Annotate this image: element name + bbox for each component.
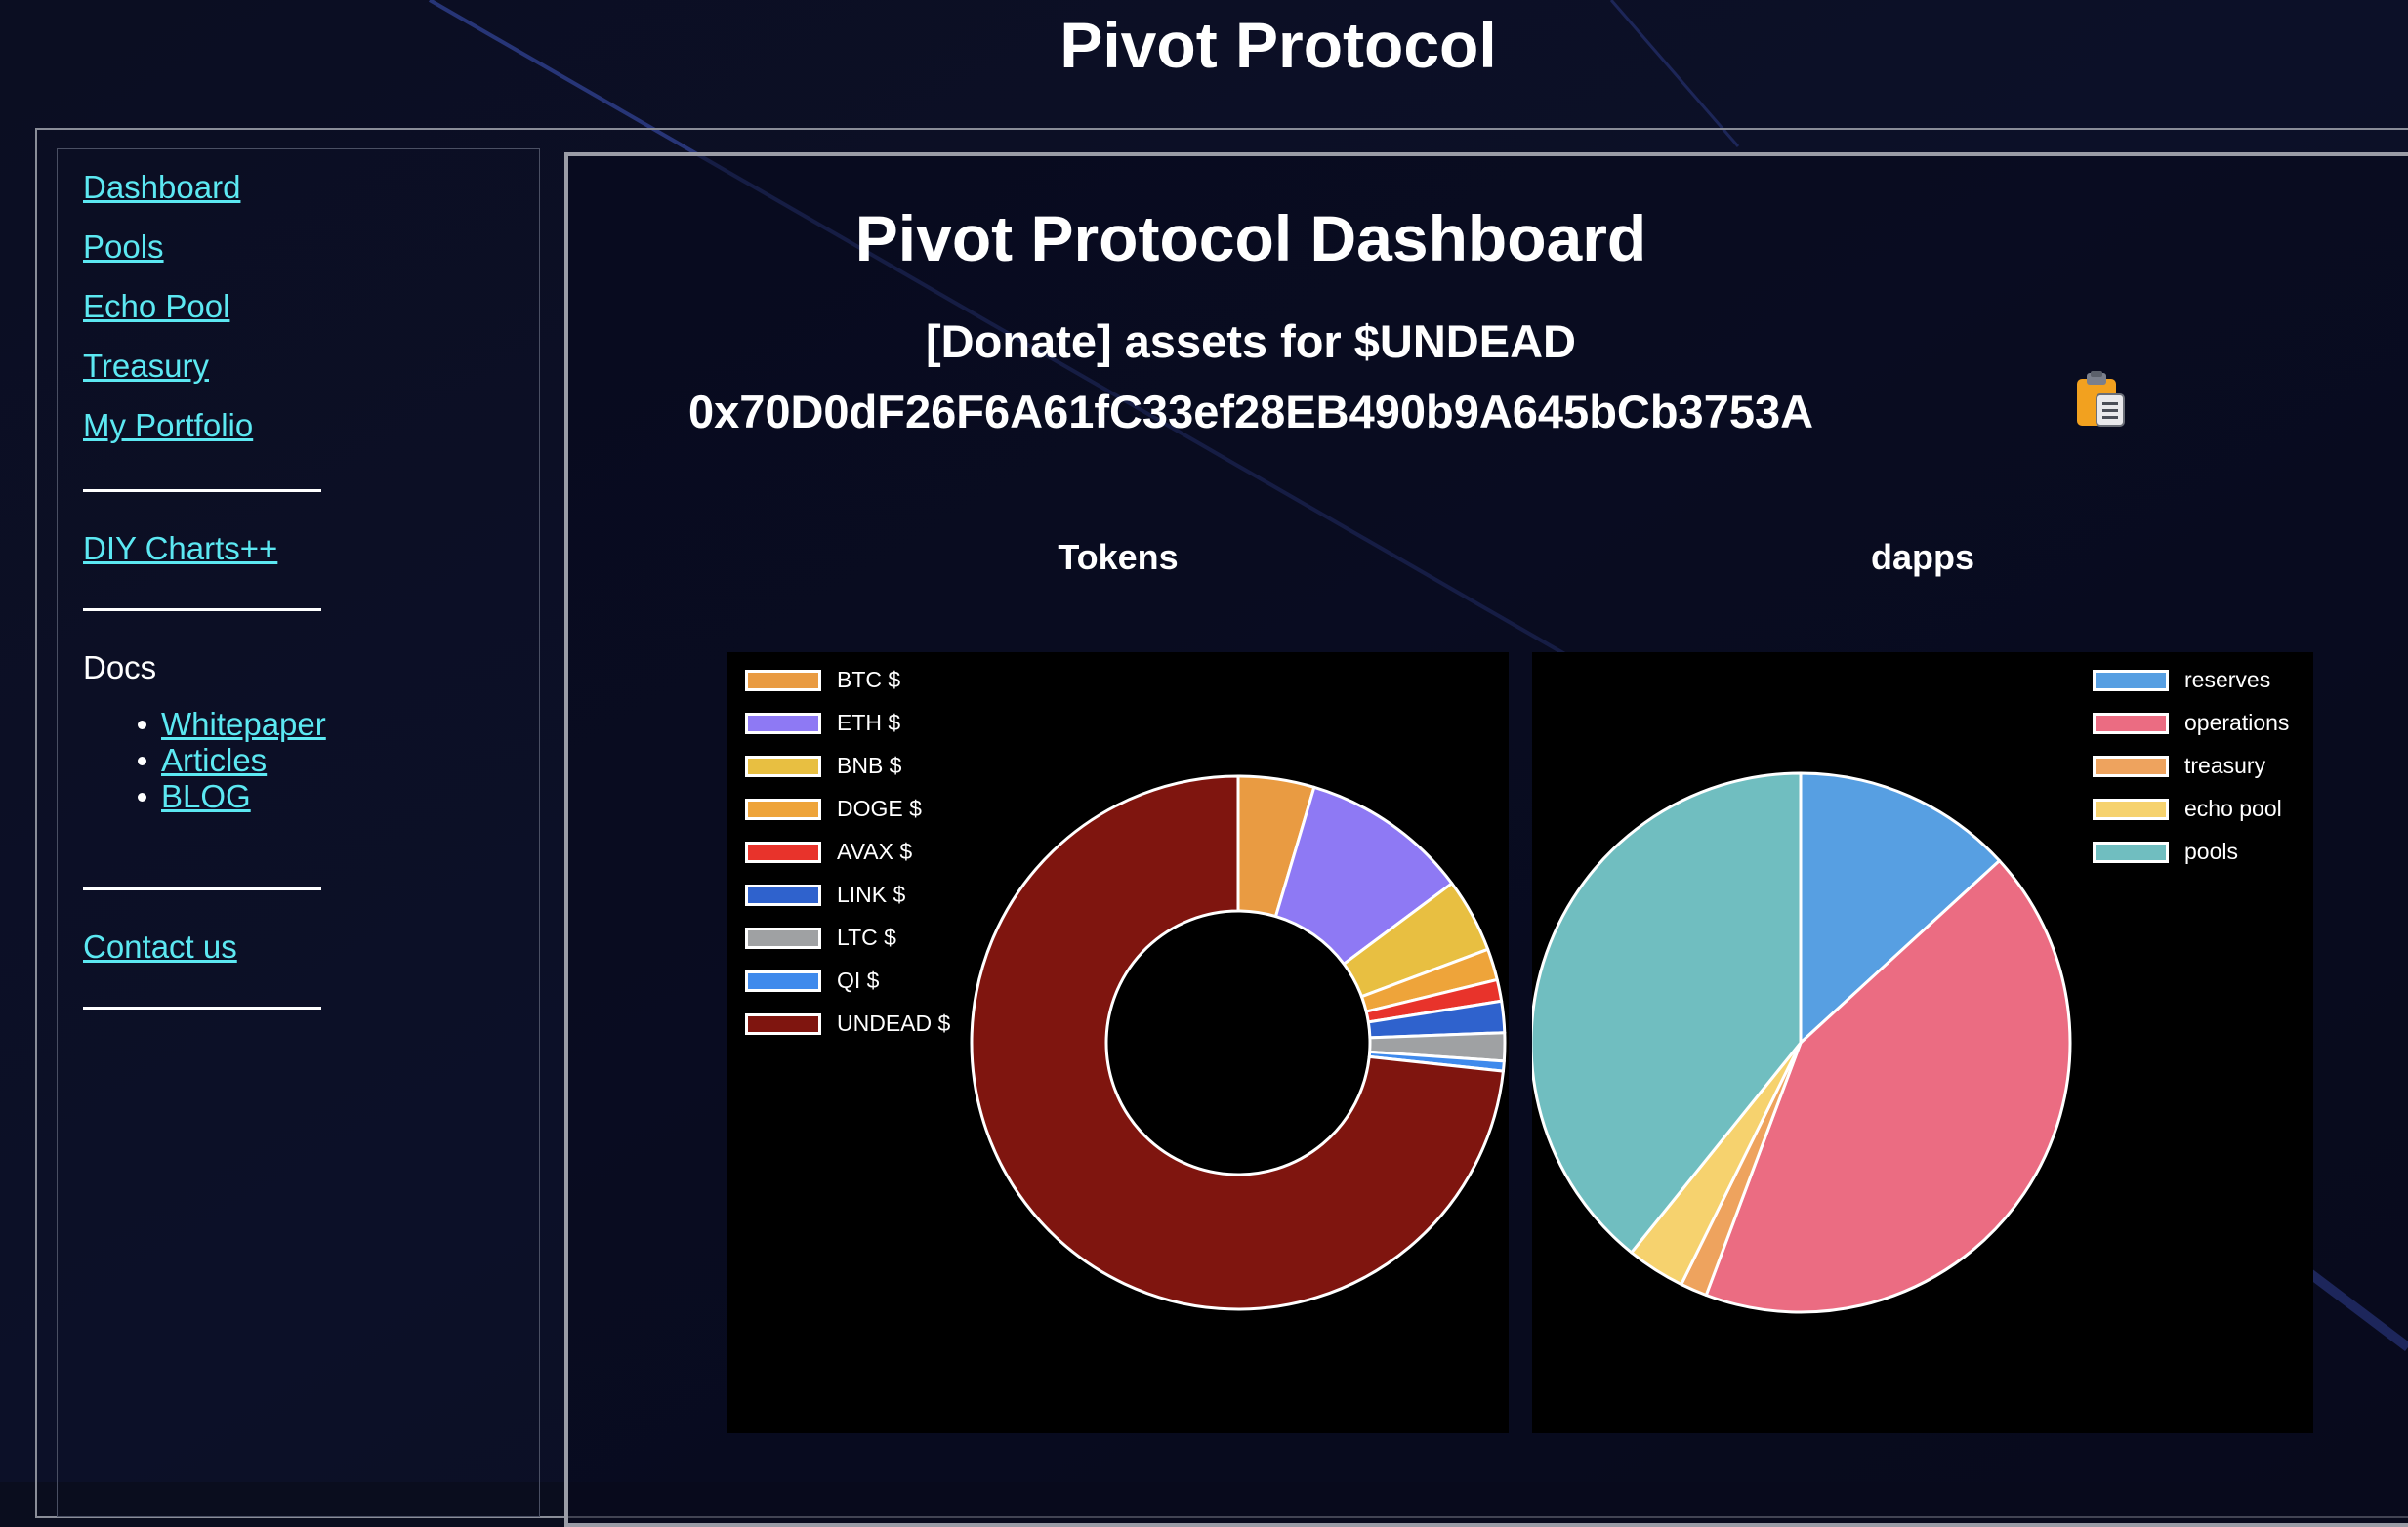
sidebar-divider [83,1007,321,1010]
list-bullet [138,757,146,765]
docs-link-articles[interactable]: Articles [161,742,267,778]
nav-link-treasury[interactable]: Treasury [83,348,209,385]
site-title: Pivot Protocol [1059,9,1497,81]
nav-link-my-portfolio[interactable]: My Portfolio [83,407,253,444]
list-bullet [138,793,146,802]
legend-swatch [745,928,821,949]
legend-label: operations [2184,710,2290,735]
sidebar-divider [83,887,321,890]
docs-heading: Docs [83,649,157,685]
legend-swatch [2093,670,2169,691]
legend-label: treasury [2184,753,2266,778]
sidebar: Dashboard Pools Echo Pool Treasury My Po… [57,148,540,1517]
legend-swatch [2093,842,2169,863]
list-bullet [138,721,146,729]
legend-label: LINK $ [837,882,906,907]
dashboard-panel: Pivot Protocol Dashboard [Donate] assets… [564,152,2408,1527]
legend-swatch [2093,799,2169,820]
legend-label: pools [2184,839,2238,864]
tokens-chart-title: Tokens [1058,537,1179,577]
legend-label: QI $ [837,968,880,993]
legend-swatch [745,970,821,992]
dapps-pie-chart[interactable]: reserves operations treasury echo pool pools [1532,652,2313,1433]
clipboard-icon[interactable] [2075,371,2126,428]
nav-link-contact-us[interactable]: Contact us [83,929,237,966]
legend-label: AVAX $ [837,839,913,864]
docs-link-blog[interactable]: BLOG [161,778,251,814]
docs-list-item: Whitepaper [83,706,326,742]
docs-list-item: Articles [83,742,326,778]
legend-swatch [745,713,821,734]
legend-swatch [745,885,821,906]
legend-label: BTC $ [837,667,901,692]
docs-list-item: BLOG [83,778,326,814]
docs-list: Whitepaper Articles BLOG [83,706,326,814]
nav-link-echo-pool[interactable]: Echo Pool [83,288,229,325]
legend-label: BNB $ [837,753,902,778]
nav-link-dashboard[interactable]: Dashboard [83,169,240,206]
dashboard-title: Pivot Protocol Dashboard [854,202,1647,274]
legend-swatch [745,670,821,691]
sidebar-divider [83,608,321,611]
donate-text: [Donate] assets for $UNDEAD [926,315,1576,367]
docs-link-whitepaper[interactable]: Whitepaper [161,706,326,742]
legend-label: LTC $ [837,925,896,950]
dapps-chart-title: dapps [1870,537,1974,577]
sidebar-divider [83,489,321,492]
legend-label: UNDEAD $ [837,1011,951,1036]
nav-link-pools[interactable]: Pools [83,228,164,266]
legend-swatch [2093,713,2169,734]
legend-label: DOGE $ [837,796,922,821]
legend-label: reserves [2184,667,2271,692]
legend-swatch [745,1013,821,1035]
tokens-doughnut-chart[interactable]: BTC $ ETH $ BNB $ DOGE $ AVAX $ LINK $ LTC $ QI… [727,652,1509,1433]
nav-link-diy-charts[interactable]: DIY Charts++ [83,530,277,567]
legend-label: echo pool [2184,796,2282,821]
legend-swatch [745,756,821,777]
donation-address: 0x70D0dF26F6A61fC33ef28EB490b9A645bCb375… [687,386,1814,437]
legend-swatch [2093,756,2169,777]
legend-swatch [745,842,821,863]
legend-label: ETH $ [837,710,901,735]
legend-swatch [745,799,821,820]
